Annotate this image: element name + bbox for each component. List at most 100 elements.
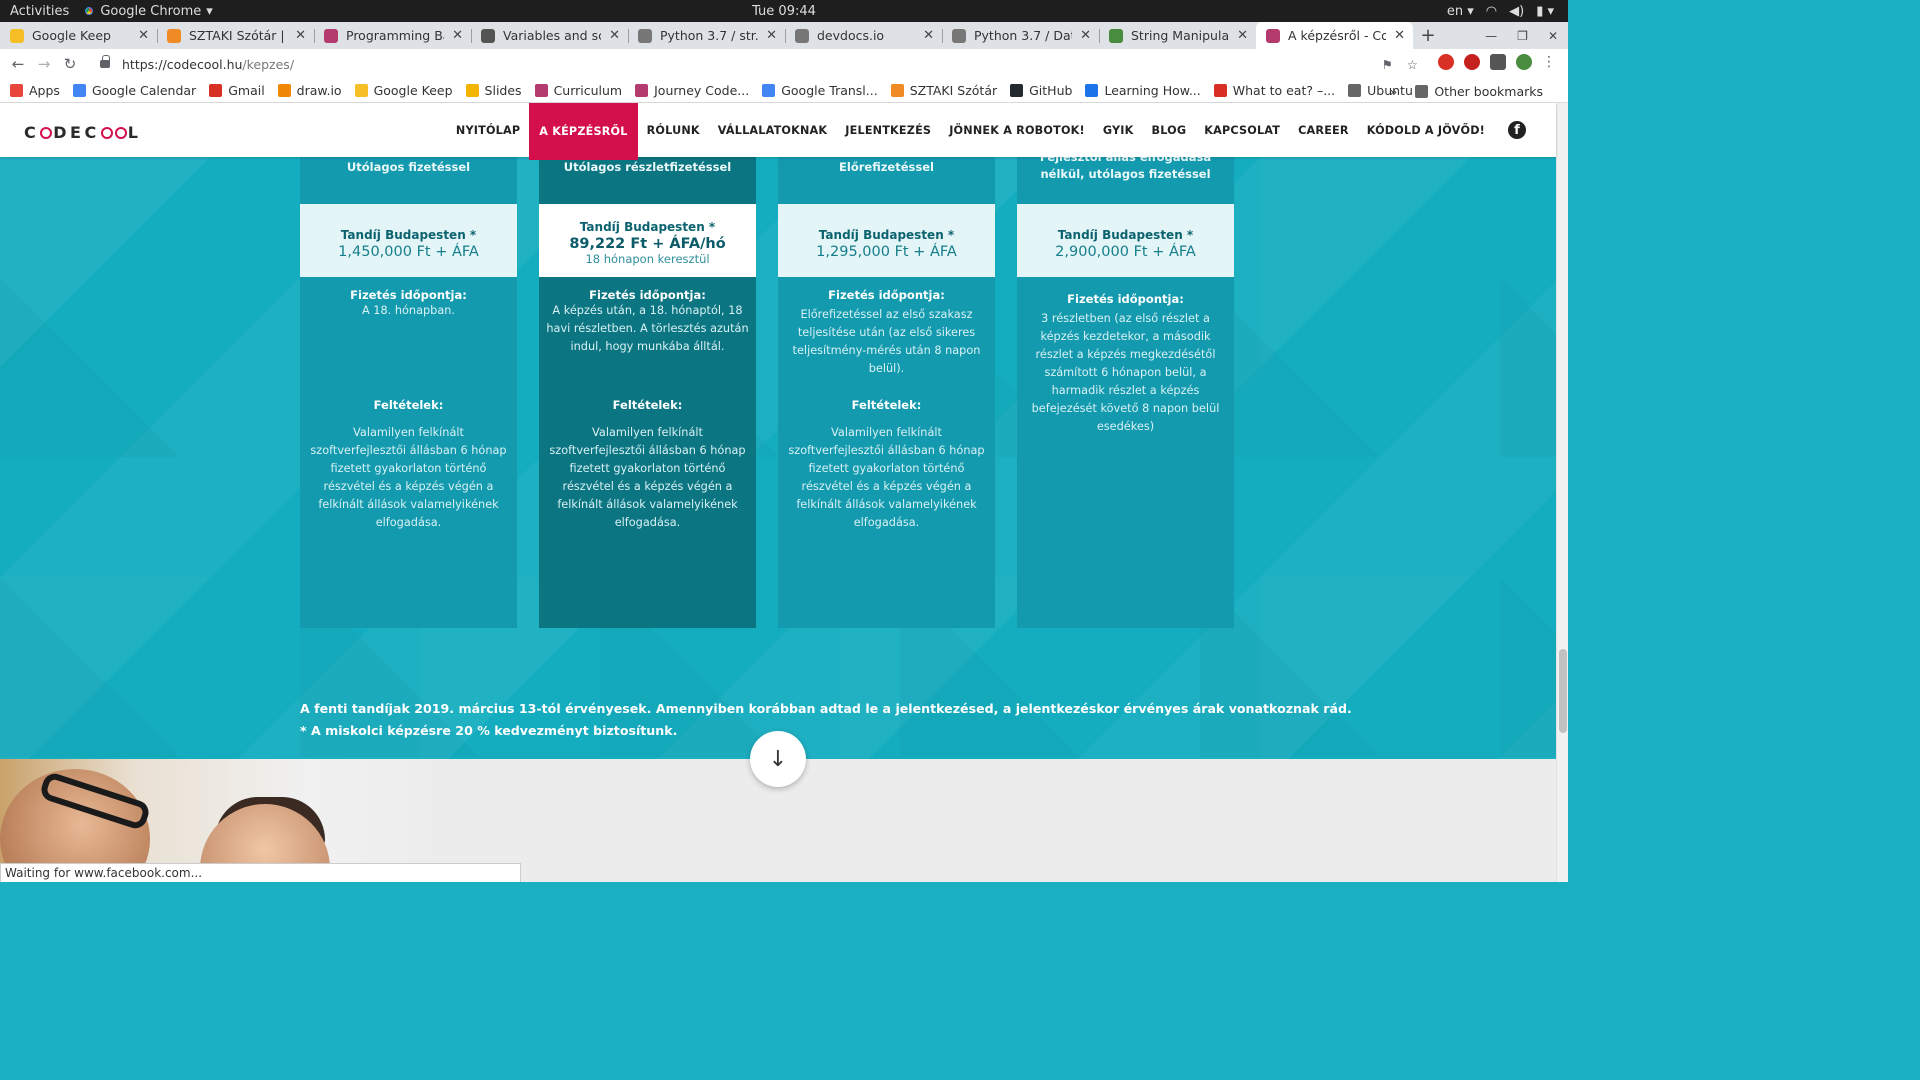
minimize-icon[interactable]: — xyxy=(1485,29,1497,43)
bookmark-item[interactable]: SZTAKI Szótár xyxy=(890,83,998,98)
restore-icon[interactable]: ❐ xyxy=(1517,29,1528,43)
bookmark-label: Gmail xyxy=(228,83,265,98)
nav-item[interactable]: GYIK xyxy=(1094,103,1143,157)
browser-tab[interactable]: String Manipulatio ✕ xyxy=(1099,22,1256,49)
nav-item[interactable]: KAPCSOLAT xyxy=(1195,103,1289,157)
bookmark-star-icon[interactable]: ☆ xyxy=(1407,57,1418,72)
bookmarks-overflow-button[interactable]: » xyxy=(1390,84,1398,99)
pricing-note-line-1: A fenti tandíjak 2019. március 13-tól ér… xyxy=(300,701,1352,716)
bookmark-item[interactable]: Google Transl... xyxy=(762,83,878,98)
nav-item[interactable]: RÓLUNK xyxy=(638,103,709,157)
codecool-logo[interactable]: C DEC L xyxy=(24,123,141,142)
browser-tab[interactable]: Python 3.7 / str.isl ✕ xyxy=(628,22,785,49)
browser-tab[interactable]: SZTAKI Szótár | ang ✕ xyxy=(157,22,314,49)
extension-icon-3[interactable] xyxy=(1490,54,1506,70)
battery-icon[interactable]: ▮ ▾ xyxy=(1536,4,1554,19)
volume-icon[interactable]: ◀) xyxy=(1509,4,1524,19)
bookmark-item[interactable]: Curriculum xyxy=(534,83,622,98)
logo-letter: C xyxy=(24,123,40,142)
nav-item[interactable]: BLOG xyxy=(1143,103,1196,157)
clock[interactable]: Tue 09:44 xyxy=(0,4,1568,19)
back-icon[interactable]: ← xyxy=(5,55,31,73)
bookmark-item[interactable]: draw.io xyxy=(277,83,342,98)
reload-icon[interactable]: ↻ xyxy=(57,55,83,73)
tab-title: devdocs.io xyxy=(817,28,885,43)
tab-close-icon[interactable]: ✕ xyxy=(1394,28,1405,43)
arrow-down-icon: ↓ xyxy=(768,746,788,772)
nav-item[interactable]: CAREER xyxy=(1289,103,1358,157)
page-scrollbar[interactable] xyxy=(1556,103,1568,882)
bookmark-item[interactable]: Journey Code... xyxy=(635,83,749,98)
url-path: /kepzes/ xyxy=(242,56,295,72)
activities-button[interactable]: Activities xyxy=(0,4,79,19)
bookmark-icon xyxy=(1348,84,1362,97)
language-label: en xyxy=(1446,3,1464,19)
tab-close-icon[interactable]: ✕ xyxy=(295,28,306,43)
system-tray[interactable]: en ▾ ◠ ◀) ▮ ▾ xyxy=(1447,0,1554,22)
forward-icon[interactable]: → xyxy=(31,55,57,73)
tab-close-icon[interactable]: ✕ xyxy=(138,28,149,43)
bookmark-item[interactable]: Slides xyxy=(465,83,522,98)
tab-favicon-icon xyxy=(167,28,181,43)
nav-item[interactable]: NYITÓLAP xyxy=(447,103,529,157)
translate-icon[interactable]: ⚑ xyxy=(1382,57,1393,72)
browser-tab[interactable]: Google Keep ✕ xyxy=(0,22,157,49)
tab-favicon-icon xyxy=(481,28,495,43)
tab-close-icon[interactable]: ✕ xyxy=(1080,28,1091,43)
tab-favicon-icon xyxy=(638,28,652,43)
bookmark-item[interactable]: Google Keep xyxy=(354,83,453,98)
language-indicator[interactable]: en ▾ xyxy=(1447,4,1474,19)
address-input[interactable]: https://codecool.hu/kepzes/ ⚑ ☆ xyxy=(90,53,1418,75)
bookmark-label: SZTAKI Szótár xyxy=(909,83,998,98)
payment-time: Fizetés időpontja: 3 részletben (az első … xyxy=(1017,292,1234,436)
bookmark-item[interactable]: What to eat? –... xyxy=(1213,83,1336,98)
bookmark-label: draw.io xyxy=(296,83,342,98)
extension-icon-1[interactable] xyxy=(1438,54,1454,70)
scroll-down-button[interactable]: ↓ xyxy=(750,731,806,787)
payment-time-title: Fizetés időpontja: xyxy=(589,288,706,302)
tab-close-icon[interactable]: ✕ xyxy=(609,28,620,43)
chrome-icon xyxy=(83,5,96,17)
bookmark-item[interactable]: GitHub xyxy=(1010,83,1072,98)
close-window-icon[interactable]: ✕ xyxy=(1548,29,1558,43)
price-subtext: 18 hónapon keresztül xyxy=(585,252,710,266)
logo-ring-icon xyxy=(40,127,53,139)
nav-item[interactable]: VÁLLALATOKNAK xyxy=(709,103,837,157)
site-header: C DEC L NYITÓLAP A KÉPZÉSRŐL RÓLUNK VÁLLALATO… xyxy=(0,103,1556,160)
nav-item[interactable]: A KÉPZÉSRŐL xyxy=(529,103,638,160)
tab-close-icon[interactable]: ✕ xyxy=(923,28,934,43)
nav-item[interactable]: JÖNNEK A ROBOTOK! xyxy=(940,103,1094,157)
app-menu[interactable]: Google Chrome ▾ xyxy=(79,4,213,19)
browser-tab[interactable]: Programming Basi ✕ xyxy=(314,22,471,49)
tab-favicon-icon xyxy=(324,28,338,43)
bookmark-item[interactable]: Apps xyxy=(10,83,60,98)
price-label: Tandíj Budapesten * xyxy=(818,228,955,242)
lock-icon[interactable] xyxy=(100,55,110,68)
browser-tab[interactable]: A képzésről - Code ✕ xyxy=(1256,22,1413,49)
nav-item[interactable]: JELENTKEZÉS xyxy=(836,103,940,157)
nav-item[interactable]: KÓDOLD A JÖVŐD! xyxy=(1358,103,1494,157)
browser-tab[interactable]: devdocs.io ✕ xyxy=(785,22,942,49)
wifi-icon[interactable]: ◠ xyxy=(1486,4,1497,19)
extension-icon-2[interactable] xyxy=(1464,54,1480,70)
bookmark-item[interactable]: Gmail xyxy=(209,83,265,98)
menu-kebab-icon[interactable]: ⋮ xyxy=(1542,54,1556,70)
bookmark-label: What to eat? –... xyxy=(1232,83,1336,98)
browser-tab[interactable]: Variables and scop ✕ xyxy=(471,22,628,49)
profile-avatar[interactable] xyxy=(1516,54,1532,70)
other-bookmarks[interactable]: Other bookmarks xyxy=(1415,84,1543,99)
scrollbar-thumb[interactable] xyxy=(1559,649,1567,733)
bookmark-item[interactable]: Learning How... xyxy=(1085,83,1201,98)
tab-title: Python 3.7 / Data C xyxy=(974,28,1072,43)
tab-close-icon[interactable]: ✕ xyxy=(766,28,777,43)
price-box: Tandíj Budapesten * 1,295,000 Ft + ÁFA xyxy=(778,204,995,277)
tab-close-icon[interactable]: ✕ xyxy=(1237,28,1248,43)
browser-tab[interactable]: Python 3.7 / Data C ✕ xyxy=(942,22,1099,49)
logo-ring-icon xyxy=(100,127,113,139)
payment-time: Fizetés időpontja: A 18. hónapban. xyxy=(300,288,517,320)
new-tab-button[interactable]: + xyxy=(1413,22,1443,49)
tab-close-icon[interactable]: ✕ xyxy=(452,28,463,43)
facebook-icon[interactable]: f xyxy=(1508,121,1526,139)
bookmarks-bar: Apps Google Calendar Gmail draw.io Google Ke… xyxy=(0,79,1568,103)
bookmark-item[interactable]: Google Calendar xyxy=(72,83,196,98)
